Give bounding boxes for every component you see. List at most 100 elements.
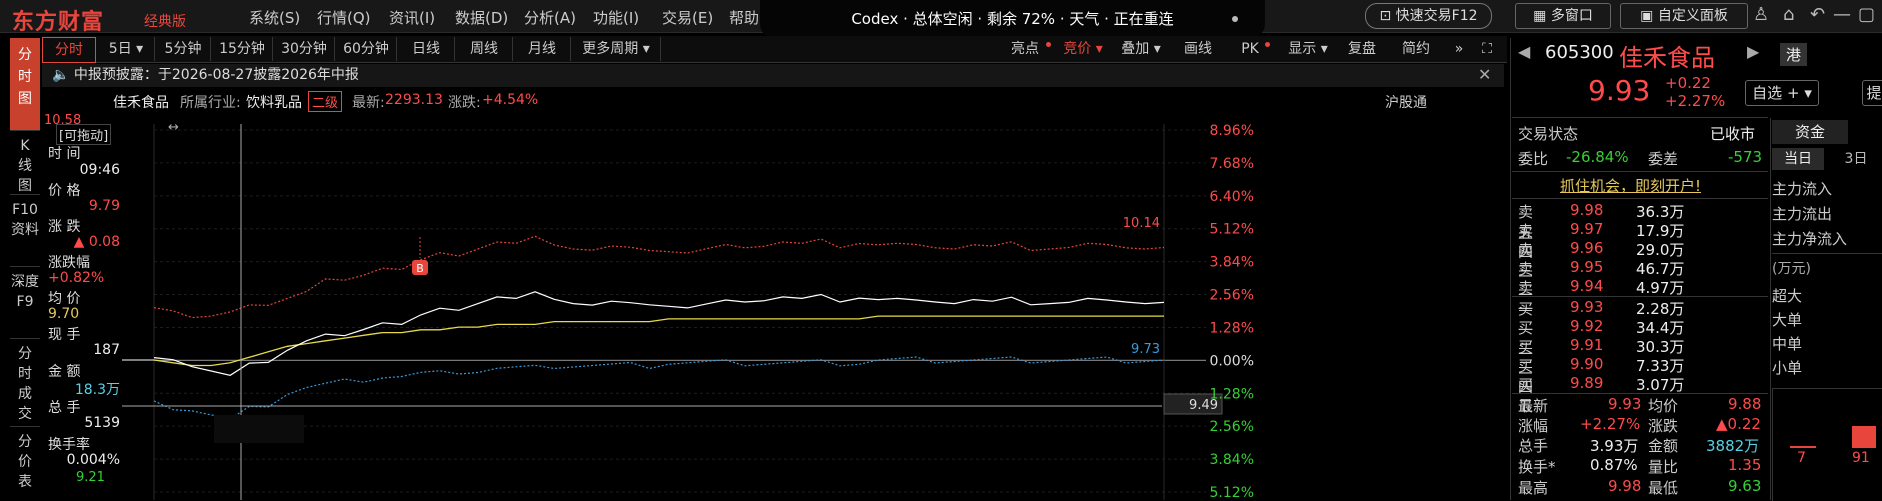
period-day[interactable]: 日线	[398, 37, 455, 61]
pk-button[interactable]: PK	[1230, 37, 1270, 61]
sell-4-price[interactable]: 9.97	[1570, 220, 1603, 238]
home-icon[interactable]: ⌂	[1783, 4, 1794, 25]
buy-1-price[interactable]: 9.93	[1570, 298, 1603, 316]
stat-high-value: 9.98	[1608, 477, 1642, 495]
industry-label: 所属行业:	[180, 95, 241, 111]
status-value: 已收市	[1710, 125, 1756, 143]
prev-stock-icon[interactable]: ◀	[1518, 42, 1530, 61]
avg-label: 均 价	[48, 291, 81, 307]
right-axis-tick: 1.28%	[1210, 320, 1254, 336]
market-badge[interactable]: 港	[1780, 43, 1808, 66]
user-icon[interactable]: ♙	[1753, 4, 1769, 25]
sell-5-price[interactable]: 9.98	[1570, 201, 1603, 219]
left-axis-bottom: 9.21	[76, 470, 105, 485]
period-more[interactable]: 更多周期 ▾	[572, 37, 661, 61]
quick-trade-button[interactable]: ⊡ 快速交易F12	[1365, 3, 1492, 29]
period-30min[interactable]: 30分钟	[274, 37, 335, 61]
forward-icon[interactable]: »	[1448, 37, 1470, 61]
period-month[interactable]: 月线	[514, 37, 571, 61]
stat-low-label: 最低	[1648, 479, 1679, 497]
amt-label: 金 额	[48, 364, 81, 380]
menu-system[interactable]: 系统(S)	[249, 7, 300, 28]
tab-depth[interactable]: 深度F9	[10, 268, 40, 339]
divider	[1770, 118, 1771, 500]
auction-button[interactable]: 竞价 ▾	[1055, 37, 1111, 61]
resize-icon[interactable]: ↔	[168, 120, 179, 135]
overlay-button[interactable]: 叠加 ▾	[1114, 37, 1168, 61]
menu-trade[interactable]: 交易(E)	[662, 7, 713, 28]
buy-5-price[interactable]: 9.89	[1570, 374, 1603, 392]
buy-3-vol: 30.3万	[1636, 338, 1685, 356]
period-15min[interactable]: 15分钟	[212, 37, 273, 61]
simple-button[interactable]: 简约	[1394, 37, 1438, 61]
next-stock-icon[interactable]: ▶	[1747, 42, 1759, 61]
draggable-label[interactable]: [可拖动]	[56, 124, 112, 145]
pk-dot-icon	[1265, 42, 1270, 47]
replay-button[interactable]: 复盘	[1340, 37, 1384, 61]
period-5day-label: 5日	[108, 41, 132, 57]
draw-button[interactable]: 画线	[1176, 37, 1220, 61]
menu-data[interactable]: 数据(D)	[455, 7, 508, 28]
tab-kline[interactable]: K线图	[10, 132, 40, 195]
buy-3-price[interactable]: 9.91	[1570, 336, 1603, 354]
chg-value: ▲ 0.08	[73, 234, 120, 250]
tab-fund[interactable]: 资金	[1772, 120, 1848, 144]
menu-function[interactable]: 功能(I)	[593, 7, 639, 28]
size-s-label: 小单	[1772, 359, 1803, 377]
stat-turn-value: 0.87%	[1590, 456, 1638, 474]
extra-button[interactable]: 提	[1862, 80, 1882, 106]
highlight-button[interactable]: 亮点	[1000, 37, 1050, 61]
menu-quote[interactable]: 行情(Q)	[317, 7, 371, 28]
sell-2-price[interactable]: 9.95	[1570, 258, 1603, 276]
stat-avg-value: 9.88	[1728, 395, 1762, 413]
fund-day-3[interactable]: 3日	[1830, 148, 1882, 170]
lower-band-line	[153, 356, 1165, 420]
period-5day[interactable]: 5日 ▾	[98, 37, 155, 61]
divider	[1772, 253, 1882, 254]
menu-analysis[interactable]: 分析(A)	[524, 7, 576, 28]
period-intraday[interactable]: 分时	[42, 37, 96, 63]
amt-value: 18.3万	[74, 382, 120, 398]
right-axis-tick: 1.28%	[1210, 386, 1254, 402]
buy-2-vol: 34.4万	[1636, 319, 1685, 337]
menu-news[interactable]: 资讯(I)	[389, 7, 435, 28]
maximize-icon[interactable]: ▢	[1858, 4, 1875, 25]
tab-intraday[interactable]: 分时图	[10, 38, 40, 131]
fund-day-today[interactable]: 当日	[1772, 148, 1824, 170]
tab-f10[interactable]: F10资料	[10, 196, 40, 267]
buy-4-price[interactable]: 9.90	[1570, 355, 1603, 373]
grid-icon: ▦	[1533, 8, 1547, 24]
open-account-link[interactable]: 抓住机会，即刻开户!	[1560, 175, 1701, 196]
sell-1-price[interactable]: 9.94	[1570, 277, 1603, 295]
stat-low-value: 9.63	[1728, 477, 1762, 495]
menu-help[interactable]: 帮助	[729, 7, 759, 28]
dropdown-icon: ▾	[1095, 41, 1103, 57]
close-icon[interactable]: ✕	[1478, 65, 1491, 84]
fund-bar-1-value: 7	[1797, 450, 1806, 466]
minimize-icon[interactable]: —	[1833, 4, 1851, 25]
display-button[interactable]: 显示 ▾	[1280, 37, 1336, 61]
speaker-icon: 🔈	[52, 67, 70, 83]
back-icon[interactable]: ↶	[1810, 4, 1825, 25]
latest-value: 2293.13	[385, 92, 443, 108]
tab-price-table[interactable]: 分价表	[10, 428, 40, 500]
wb-label: 委比	[1518, 150, 1549, 168]
add-watchlist-button[interactable]: 自选 + ▾	[1745, 80, 1819, 106]
tab-ticks[interactable]: 分时成交	[10, 340, 40, 427]
right-axis-tick: 2.56%	[1210, 288, 1254, 304]
sell-4-vol: 17.9万	[1636, 222, 1685, 240]
industry-name[interactable]: 饮料乳品	[246, 92, 302, 112]
fullscreen-icon[interactable]: ⛶	[1474, 37, 1500, 61]
sell-3-price[interactable]: 9.96	[1570, 239, 1603, 257]
size-xl-label: 超大	[1772, 287, 1803, 305]
unit-label: (万元)	[1772, 261, 1811, 277]
period-week[interactable]: 周线	[456, 37, 513, 61]
multi-window-button[interactable]: ▦ 多窗口	[1515, 3, 1611, 29]
period-5min[interactable]: 5分钟	[156, 37, 211, 61]
display-label: 显示	[1288, 41, 1317, 57]
period-60min[interactable]: 60分钟	[336, 37, 397, 61]
intraday-chart[interactable]: B 10.14 9.73 9.49 8.96%7.68%6.40%5.12%3.…	[42, 110, 1507, 500]
custom-panel-button[interactable]: ▣ 自定义面板	[1620, 3, 1748, 29]
buy-2-price[interactable]: 9.92	[1570, 317, 1603, 335]
stat-latest-label: 最新	[1518, 397, 1549, 415]
